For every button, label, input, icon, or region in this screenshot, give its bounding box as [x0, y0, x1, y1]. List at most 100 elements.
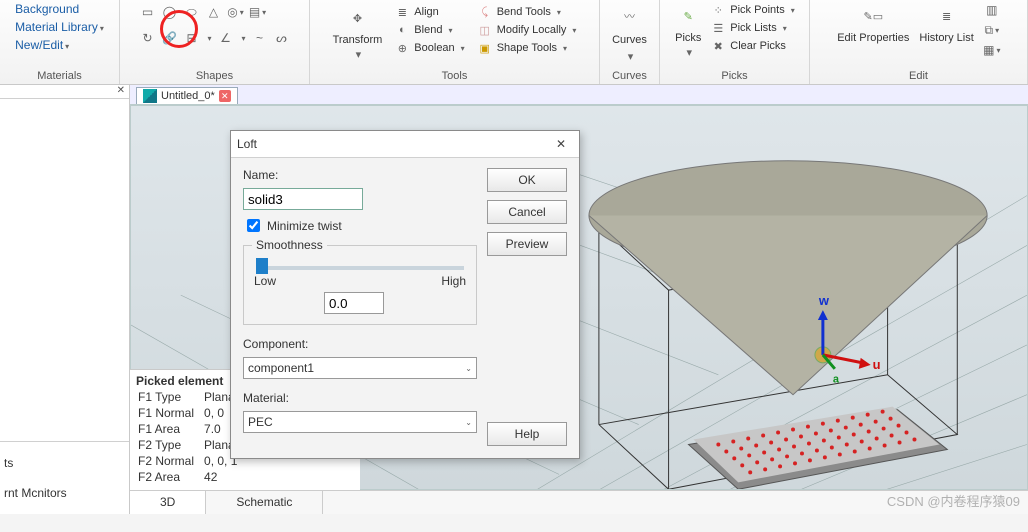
pick-points-button[interactable]: ⁘Pick Points▾: [710, 2, 794, 18]
tab-title: Untitled_0*: [161, 90, 215, 102]
ribbon: Background Material Library▾ New/Edit▾ M…: [0, 0, 1028, 85]
slider-thumb[interactable]: [256, 258, 268, 274]
slider-low-label: Low: [254, 274, 276, 288]
ribbon-group-edit: ✎▭ Edit Properties ≣ History List ▥ ⧉▾ ▦…: [810, 0, 1028, 84]
group-label-picks: Picks: [721, 70, 747, 84]
clear-picks-icon: ✖: [710, 38, 726, 54]
picks-button[interactable]: ✎ Picks▾: [674, 2, 702, 59]
ribbon-group-curves: 〰 Curves▾ Curves: [600, 0, 660, 84]
material-library-link[interactable]: Material Library▾: [15, 20, 104, 34]
blend-button[interactable]: ◐Blend▾: [394, 22, 452, 38]
align-icon: ≣: [394, 4, 410, 20]
dialog-title: Loft: [237, 137, 257, 151]
material-label: Material:: [243, 391, 477, 405]
component-label: Component:: [243, 337, 477, 351]
loft-icon[interactable]: 🔗: [161, 30, 177, 46]
ribbon-group-picks: ✎ Picks▾ ⁘Pick Points▾ ☰Pick Lists▾ ✖Cle…: [660, 0, 810, 84]
document-tabstrip: Untitled_0* ✕: [130, 85, 1028, 105]
shape-tools-button[interactable]: ▣Shape Tools▾: [477, 40, 567, 56]
clear-picks-button[interactable]: ✖Clear Picks: [710, 38, 786, 54]
pick-points-icon: ⁘: [710, 2, 726, 18]
transform-button[interactable]: ✥ Transform▾: [333, 4, 383, 61]
lower-item-list: ts rnt Mcnitors: [0, 442, 129, 514]
edit-misc-icon-1[interactable]: ▥: [984, 2, 1000, 18]
group-label-edit: Edit: [909, 70, 928, 84]
smoothness-value-input[interactable]: [324, 292, 384, 314]
torus-icon[interactable]: ◎▾: [227, 4, 243, 20]
new-edit-link[interactable]: New/Edit▾: [15, 38, 69, 52]
edit-props-icon: ✎▭: [859, 2, 887, 30]
material-combo[interactable]: PEC ⌄: [243, 411, 477, 433]
component-combo[interactable]: component1 ⌄: [243, 357, 477, 379]
tab-close-icon[interactable]: ✕: [219, 90, 231, 102]
edit-misc-icon-3[interactable]: ▦▾: [984, 42, 1000, 58]
navigation-tree[interactable]: [0, 99, 129, 442]
smoothness-legend: Smoothness: [252, 238, 327, 252]
pick-lists-button[interactable]: ☰Pick Lists▾: [710, 20, 786, 36]
list-item[interactable]: rnt Mcnitors: [4, 478, 125, 508]
smoothness-slider[interactable]: [256, 266, 464, 270]
view-tab-3d[interactable]: 3D: [130, 491, 206, 514]
watermark: CSDN @内卷程序猿09: [887, 491, 1020, 510]
help-button[interactable]: Help: [487, 422, 567, 446]
sphere-icon[interactable]: ◯: [161, 4, 177, 20]
group-label-tools: Tools: [442, 70, 468, 84]
edge-icon[interactable]: ∠: [218, 30, 234, 46]
picks-icon: ✎: [674, 2, 702, 30]
boolean-button[interactable]: ⊕Boolean▾: [394, 40, 464, 56]
edit-properties-button[interactable]: ✎▭ Edit Properties: [837, 2, 909, 44]
group-label-materials: Materials: [37, 70, 82, 84]
spline-icon[interactable]: ~: [252, 30, 268, 46]
modify-icon: ◫: [477, 22, 493, 38]
align-button[interactable]: ≣Align: [394, 4, 438, 20]
history-icon: ≣: [933, 2, 961, 30]
minimize-twist-input[interactable]: [247, 219, 260, 232]
document-tab[interactable]: Untitled_0* ✕: [136, 87, 238, 104]
ribbon-group-shapes: ▭ ◯ ⬭ △ ◎▾ ▤▾ ↻ 🔗 ⊟ ▾ ∠ ▾ ~ ᔕ Shapes: [120, 0, 310, 84]
preview-button[interactable]: Preview: [487, 232, 567, 256]
name-input[interactable]: [243, 188, 363, 210]
cube-icon[interactable]: ▭: [139, 4, 155, 20]
helix-icon[interactable]: ᔕ: [274, 30, 290, 46]
edit-misc-icon-2[interactable]: ⧉▾: [984, 22, 1000, 38]
boolean-icon: ⊕: [394, 40, 410, 56]
ok-button[interactable]: OK: [487, 168, 567, 192]
modify-locally-button[interactable]: ◫Modify Locally▾: [477, 22, 577, 38]
background-link[interactable]: Background: [15, 2, 79, 16]
loft-dialog: Loft ✕ Name: Minimize twist Smoothness L…: [230, 130, 580, 459]
shell-icon[interactable]: ⊟: [183, 30, 199, 46]
axis-u-label: u: [873, 357, 881, 372]
group-label-curves: Curves: [612, 70, 647, 84]
blend-icon: ◐: [394, 22, 410, 38]
dialog-close-icon[interactable]: ✕: [549, 135, 573, 153]
pane-close-icon[interactable]: ✕: [0, 85, 129, 99]
bend-icon: ⤹: [477, 4, 493, 20]
chevron-down-icon: ⌄: [465, 418, 472, 427]
ribbon-group-materials: Background Material Library▾ New/Edit▾ M…: [0, 0, 120, 84]
smoothness-group: Smoothness Low High: [243, 245, 477, 325]
ribbon-group-tools: ✥ Transform▾ ≣Align ◐Blend▾ ⊕Boolean▾ ⤹B…: [310, 0, 600, 84]
slider-high-label: High: [441, 274, 466, 288]
chevron-down-icon: ⌄: [465, 364, 472, 373]
view-tab-schematic[interactable]: Schematic: [206, 491, 323, 514]
shapetools-icon: ▣: [477, 40, 493, 56]
cancel-button[interactable]: Cancel: [487, 200, 567, 224]
minimize-twist-checkbox[interactable]: Minimize twist: [243, 216, 477, 235]
curves-button[interactable]: 〰 Curves▾: [612, 2, 647, 70]
axis-a-label: a: [833, 374, 840, 386]
axis-w-label: w: [818, 293, 830, 308]
name-label: Name:: [243, 168, 477, 182]
extrude-icon[interactable]: ▤▾: [249, 4, 265, 20]
bend-tools-button[interactable]: ⤹Bend Tools▾: [477, 4, 561, 20]
left-panel: ✕ ts rnt Mcnitors: [0, 85, 130, 514]
cylinder-icon[interactable]: ⬭: [183, 4, 199, 20]
curves-icon: 〰: [616, 2, 644, 30]
history-list-button[interactable]: ≣ History List: [919, 2, 973, 44]
sweep-icon[interactable]: ↻: [139, 30, 155, 46]
transform-icon: ✥: [343, 4, 371, 32]
doc-icon: [143, 89, 157, 103]
list-item[interactable]: ts: [4, 448, 125, 478]
group-label-shapes: Shapes: [196, 70, 233, 84]
pick-lists-icon: ☰: [710, 20, 726, 36]
cone-icon[interactable]: △: [205, 4, 221, 20]
